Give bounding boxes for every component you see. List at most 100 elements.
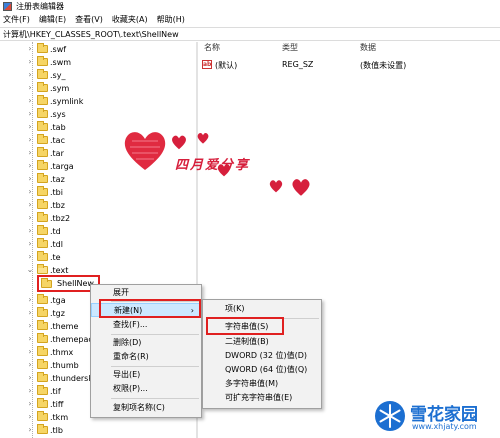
chevron-right-icon[interactable]: › — [26, 175, 34, 183]
folder-icon — [37, 294, 48, 304]
folder-icon — [37, 186, 48, 196]
submenu-item-binary-value[interactable]: 二进制值(B) — [203, 335, 321, 349]
tree-item[interactable]: › .thmx — [26, 346, 73, 358]
submenu-item-qword-value[interactable]: QWORD (64 位)值(Q) — [203, 363, 321, 377]
tree-item[interactable]: › .tbi — [26, 186, 63, 198]
tree-item[interactable]: › .tga — [26, 294, 66, 306]
tree-item[interactable]: › .tgz — [26, 307, 65, 319]
tree-item[interactable]: › .tac — [26, 134, 65, 146]
tree-item-label: .swf — [50, 44, 67, 54]
chevron-right-icon[interactable]: › — [26, 71, 34, 79]
chevron-right-icon[interactable]: › — [26, 201, 34, 209]
folder-icon — [37, 95, 48, 105]
chevron-right-icon[interactable]: › — [26, 84, 34, 92]
tree-item[interactable]: › .sy_ — [26, 69, 65, 81]
menu-view[interactable]: 查看(V) — [75, 14, 103, 25]
tree-item[interactable]: › .sym — [26, 82, 69, 94]
folder-icon — [37, 212, 48, 222]
folder-icon — [41, 277, 52, 288]
menu-item-copy-key-name[interactable]: 复制项名称(C) — [91, 401, 201, 415]
tree-item-label: .sy_ — [50, 70, 66, 80]
tree-item[interactable]: › .tar — [26, 147, 64, 159]
chevron-right-icon[interactable]: › — [26, 97, 34, 105]
tree-item[interactable]: › .swm — [26, 56, 71, 68]
chevron-right-icon[interactable]: › — [26, 188, 34, 196]
tree-item-label: .tar — [50, 148, 64, 158]
chevron-right-icon[interactable]: › — [26, 400, 34, 408]
chevron-right-icon[interactable]: › — [26, 309, 34, 317]
tree-item[interactable]: › .taz — [26, 173, 65, 185]
folder-icon — [37, 411, 48, 421]
folder-icon — [37, 160, 48, 170]
menu-item-rename[interactable]: 重命名(R) — [91, 350, 201, 364]
tree-item-label: .tiff — [50, 399, 64, 409]
tree-item[interactable]: › .themepack — [26, 333, 97, 345]
tree-item-label: .sym — [50, 83, 70, 93]
column-header-data[interactable]: 数据 — [360, 42, 376, 53]
chevron-right-icon[interactable]: › — [26, 136, 34, 144]
chevron-right-icon[interactable]: › — [26, 227, 34, 235]
tree-item[interactable]: › .td — [26, 225, 61, 237]
menu-item-find[interactable]: 查找(F)... — [91, 318, 201, 332]
tree-item-label: .thmx — [50, 347, 74, 357]
value-row[interactable]: ab (默认) REG_SZ (数值未设置) — [198, 59, 500, 71]
chevron-right-icon[interactable]: › — [26, 374, 34, 382]
chevron-right-icon[interactable]: › — [26, 110, 34, 118]
tree-item[interactable]: › .tif — [26, 385, 61, 397]
chevron-right-icon[interactable]: › — [26, 214, 34, 222]
folder-icon — [37, 251, 48, 261]
folder-icon — [37, 69, 48, 79]
tree-item[interactable]: › .sys — [26, 108, 66, 120]
menu-item-permissions[interactable]: 权限(P)... — [91, 382, 201, 396]
tree-item[interactable]: › .tdl — [26, 238, 63, 250]
tree-item[interactable]: › .swf — [26, 43, 66, 55]
chevron-right-icon[interactable]: › — [26, 162, 34, 170]
chevron-right-icon[interactable]: › — [26, 58, 34, 66]
chevron-right-icon[interactable]: › — [26, 361, 34, 369]
tree-item[interactable]: › .te — [26, 251, 61, 263]
tree-item[interactable]: › .targa — [26, 160, 74, 172]
menu-item-expand[interactable]: 展开 — [91, 286, 201, 300]
menu-item-export[interactable]: 导出(E) — [91, 368, 201, 382]
tree-item[interactable]: › .tab — [26, 121, 66, 133]
chevron-down-icon[interactable]: ⌄ — [26, 266, 34, 274]
submenu-item-key[interactable]: 项(K) — [203, 302, 321, 316]
address-bar[interactable]: 计算机\HKEY_CLASSES_ROOT\.text\ShellNew — [0, 27, 500, 41]
tree-item[interactable]: › .tlb — [26, 424, 63, 436]
chevron-right-icon[interactable]: › — [26, 426, 34, 434]
submenu-item-expandable-string-value[interactable]: 可扩充字符串值(E) — [203, 391, 321, 405]
small-heart-icon — [269, 180, 283, 193]
menu-favorites[interactable]: 收藏夹(A) — [112, 14, 148, 25]
submenu-item-multi-string-value[interactable]: 多字符串值(M) — [203, 377, 321, 391]
tree-item[interactable]: › .tbz2 — [26, 212, 70, 224]
tree-item[interactable]: › .tkm — [26, 411, 68, 423]
menu-help[interactable]: 帮助(H) — [157, 14, 185, 25]
chevron-right-icon[interactable]: › — [26, 296, 34, 304]
highlight-string-value-item — [206, 317, 284, 335]
chevron-right-icon[interactable]: › — [26, 413, 34, 421]
tree-item[interactable]: › .tbz — [26, 199, 65, 211]
tree-item[interactable]: › .symlink — [26, 95, 83, 107]
column-header-name[interactable]: 名称 — [204, 42, 220, 53]
submenu-item-dword-value[interactable]: DWORD (32 位)值(D) — [203, 349, 321, 363]
tree-item-label: .tif — [50, 386, 61, 396]
tree-item[interactable]: › .thumb — [26, 359, 79, 371]
chevron-right-icon[interactable]: › — [26, 322, 34, 330]
tree-item[interactable]: › .thunderski — [26, 372, 95, 384]
chevron-right-icon[interactable]: › — [26, 253, 34, 261]
column-header-type[interactable]: 类型 — [282, 42, 298, 53]
menu-file[interactable]: 文件(F) — [3, 14, 30, 25]
chevron-right-icon[interactable]: › — [26, 123, 34, 131]
folder-icon — [37, 82, 48, 92]
chevron-right-icon[interactable]: › — [26, 387, 34, 395]
menu-edit[interactable]: 编辑(E) — [39, 14, 66, 25]
tree-item[interactable]: › .theme — [26, 320, 78, 332]
chevron-right-icon[interactable]: › — [26, 348, 34, 356]
regedit-app-icon — [3, 1, 12, 11]
tree-item[interactable]: › .tiff — [26, 398, 63, 410]
menu-item-delete[interactable]: 删除(D) — [91, 336, 201, 350]
chevron-right-icon[interactable]: › — [26, 149, 34, 157]
chevron-right-icon[interactable]: › — [26, 240, 34, 248]
chevron-right-icon[interactable]: › — [26, 335, 34, 343]
chevron-right-icon[interactable]: › — [26, 45, 34, 53]
